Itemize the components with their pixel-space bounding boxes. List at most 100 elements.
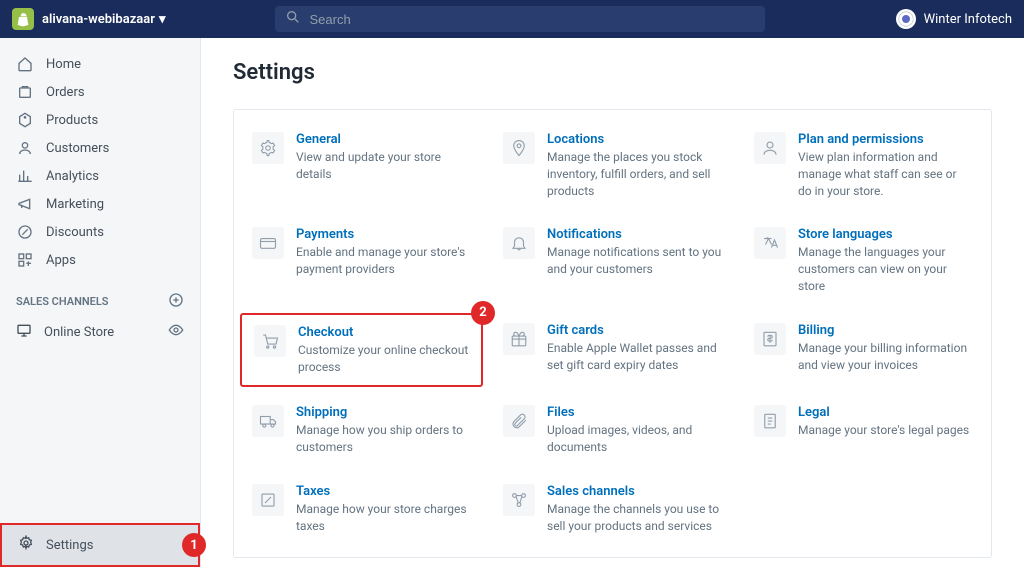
tile-notifications[interactable]: Notifications Manage notifications sent t… <box>491 217 734 304</box>
payments-icon <box>252 227 284 259</box>
discounts-icon <box>16 223 34 241</box>
tile-files[interactable]: Files Upload images, videos, and document… <box>491 395 734 466</box>
store-name-label: alivana-webibazaar <box>42 12 155 27</box>
sidebar-item-discounts[interactable]: Discounts <box>0 218 200 246</box>
sales-channels-label: SALES CHANNELS <box>16 295 109 308</box>
tile-desc: Manage your billing information and view… <box>798 340 973 374</box>
sidebar-item-products[interactable]: Products <box>0 106 200 134</box>
tile-giftcards[interactable]: Gift cards Enable Apple Wallet passes and… <box>491 313 734 388</box>
tile-shipping[interactable]: Shipping Manage how you ship orders to cu… <box>240 395 483 466</box>
tile-locations[interactable]: Locations Manage the places you stock inv… <box>491 122 734 209</box>
sidebar-item-label: Customers <box>46 141 109 156</box>
settings-label: Settings <box>46 538 93 553</box>
apps-icon <box>16 251 34 269</box>
sidebar-item-orders[interactable]: Orders <box>0 78 200 106</box>
chevron-down-icon: ▾ <box>159 12 166 27</box>
billing-icon <box>754 323 786 355</box>
tile-desc: View and update your store details <box>296 149 471 183</box>
home-icon <box>16 55 34 73</box>
tile-plan[interactable]: Plan and permissions View plan informatio… <box>742 122 985 209</box>
sidebar: Home Orders Products Customers Analytics… <box>0 38 200 567</box>
language-icon <box>754 227 786 259</box>
page-title: Settings <box>233 60 992 85</box>
tile-title: Legal <box>798 405 969 420</box>
tile-title: Gift cards <box>547 323 722 338</box>
search-icon <box>285 9 301 29</box>
orders-icon <box>16 83 34 101</box>
gift-icon <box>503 323 535 355</box>
sidebar-item-customers[interactable]: Customers <box>0 134 200 162</box>
attachment-icon <box>503 405 535 437</box>
settings-card: General View and update your store detail… <box>233 109 992 558</box>
settings-button[interactable]: Settings <box>0 523 200 567</box>
tile-title: Notifications <box>547 227 722 242</box>
tile-checkout[interactable]: 2 CheckoutCustomize your online checkout… <box>240 313 483 388</box>
topbar-left: alivana-webibazaar ▾ <box>12 8 165 30</box>
taxes-icon <box>252 484 284 516</box>
annotation-badge-1: 1 <box>182 533 206 557</box>
tile-billing[interactable]: Billing Manage your billing information a… <box>742 313 985 388</box>
user-menu[interactable]: Winter Infotech <box>896 9 1012 29</box>
analytics-icon <box>16 167 34 185</box>
sidebar-item-label: Orders <box>46 85 85 100</box>
tile-desc: Manage how you ship orders to customers <box>296 422 471 456</box>
sidebar-item-apps[interactable]: Apps <box>0 246 200 274</box>
tile-title: Shipping <box>296 405 471 420</box>
tile-saleschannels[interactable]: Sales channelsManage the channels you us… <box>491 474 734 545</box>
tile-desc: Enable Apple Wallet passes and set gift … <box>547 340 722 374</box>
tile-title: Taxes <box>296 484 471 499</box>
user-name-label: Winter Infotech <box>924 12 1012 27</box>
tile-desc: Manage your store's legal pages <box>798 422 969 439</box>
store-switcher[interactable]: alivana-webibazaar ▾ <box>42 12 165 27</box>
tile-desc: Upload images, videos, and documents <box>547 422 722 456</box>
sidebar-item-label: Home <box>46 57 81 72</box>
shipping-icon <box>252 405 284 437</box>
search-input[interactable] <box>309 12 755 27</box>
tile-desc: View plan information and manage what st… <box>798 149 973 199</box>
layout: Home Orders Products Customers Analytics… <box>0 38 1024 567</box>
marketing-icon <box>16 195 34 213</box>
tile-desc: Manage the places you stock inventory, f… <box>547 149 722 199</box>
tile-title: Store languages <box>798 227 973 242</box>
legal-icon <box>754 405 786 437</box>
online-store-icon <box>16 322 32 342</box>
tile-payments[interactable]: PaymentsEnable and manage your store's p… <box>240 217 483 304</box>
tile-title: Files <box>547 405 722 420</box>
tile-languages[interactable]: Store languages Manage the languages your… <box>742 217 985 304</box>
tile-title: Billing <box>798 323 973 338</box>
sidebar-item-label: Marketing <box>46 197 104 212</box>
tile-general[interactable]: General View and update your store detail… <box>240 122 483 209</box>
sidebar-item-label: Products <box>46 113 98 128</box>
bell-icon <box>503 227 535 259</box>
channels-icon <box>503 484 535 516</box>
tile-title: Checkout <box>298 325 469 340</box>
view-store-icon[interactable] <box>168 322 184 342</box>
tile-title: Locations <box>547 132 722 147</box>
sidebar-item-marketing[interactable]: Marketing <box>0 190 200 218</box>
sidebar-item-home[interactable]: Home <box>0 50 200 78</box>
sidebar-item-online-store[interactable]: Online Store <box>0 317 200 347</box>
gear-icon <box>18 535 34 555</box>
tile-desc: Manage notifications sent to you and you… <box>547 244 722 278</box>
shopify-logo[interactable] <box>12 8 34 30</box>
products-icon <box>16 111 34 129</box>
tile-taxes[interactable]: Taxes Manage how your store charges taxes <box>240 474 483 545</box>
tile-desc: Manage how your store charges taxes <box>296 501 471 535</box>
settings-grid: General View and update your store detail… <box>240 122 985 545</box>
online-store-label: Online Store <box>44 325 114 340</box>
tile-title: Payments <box>296 227 471 242</box>
sidebar-item-label: Discounts <box>46 225 104 240</box>
tile-title: Plan and permissions <box>798 132 973 147</box>
cart-icon <box>254 325 286 357</box>
tile-legal[interactable]: Legal Manage your store's legal pages <box>742 395 985 466</box>
sidebar-item-label: Apps <box>46 253 76 268</box>
tile-desc: Manage the languages your customers can … <box>798 244 973 294</box>
avatar <box>896 9 916 29</box>
tile-title: General <box>296 132 471 147</box>
sidebar-item-analytics[interactable]: Analytics <box>0 162 200 190</box>
add-channel-icon[interactable] <box>168 292 184 311</box>
annotation-badge-2: 2 <box>471 301 495 325</box>
search-box[interactable] <box>275 6 765 32</box>
gear-icon <box>252 132 284 164</box>
customers-icon <box>16 139 34 157</box>
